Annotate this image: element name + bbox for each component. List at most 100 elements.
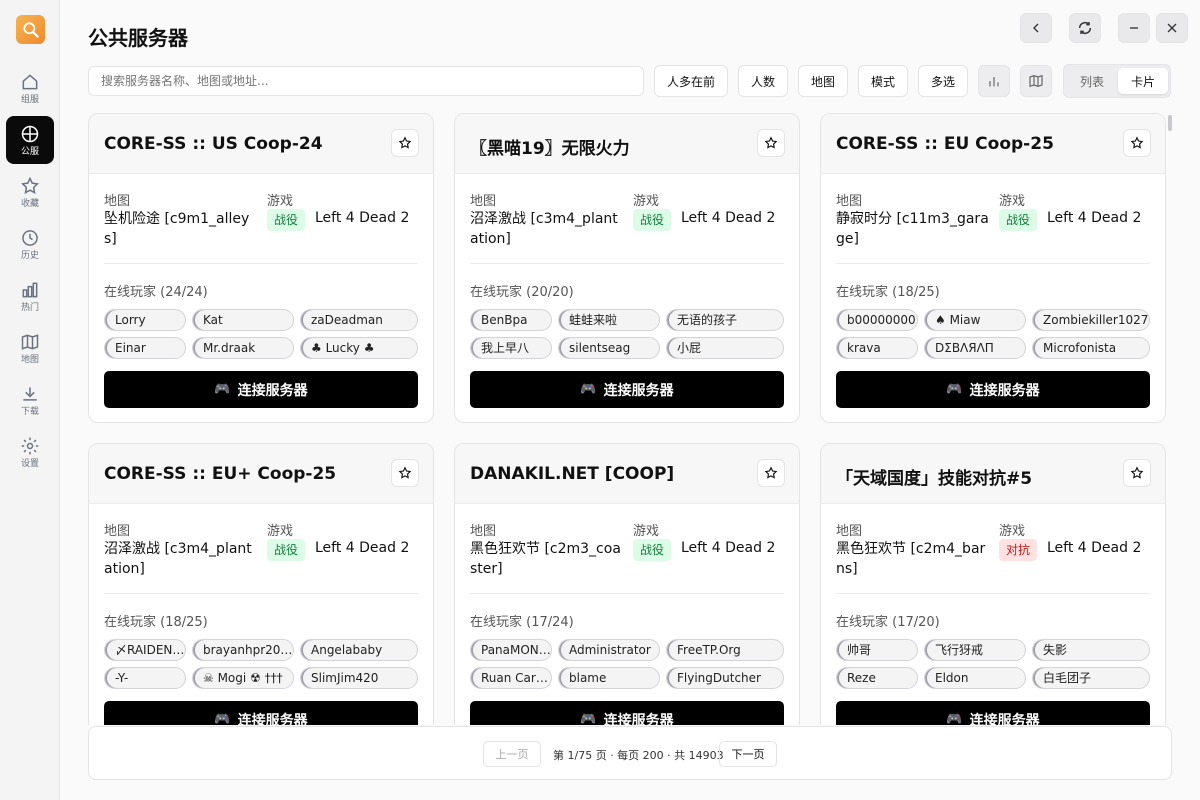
player-chip: Kat	[192, 309, 294, 331]
map-label: 地图	[104, 524, 131, 539]
player-chip: silentseag	[558, 337, 660, 359]
connect-server-button[interactable]: 🎮 连接服务器	[836, 701, 1150, 725]
stats-button[interactable]	[978, 65, 1010, 97]
map-label: 地图	[470, 524, 497, 539]
filter-map-button[interactable]: 地图	[798, 65, 848, 97]
player-chip: Microfonista	[1032, 337, 1150, 359]
mode-badge: 战役	[999, 209, 1038, 231]
prev-page-button[interactable]: 上一页	[483, 741, 541, 767]
server-grid: CORE-SS :: US Coop-24 地图 游戏 坠机险途 [c9m1_a…	[88, 113, 1172, 725]
sidebar-item-label: 下载	[20, 406, 39, 417]
map-icon	[1029, 74, 1043, 88]
sidebar-item-label: 公服	[20, 146, 39, 157]
favorite-button[interactable]	[757, 459, 785, 487]
connect-server-button[interactable]: 🎮 连接服务器	[104, 371, 418, 408]
favorite-button[interactable]	[391, 129, 419, 157]
game-name: Left 4 Dead 2	[681, 210, 776, 226]
map-name: 坠机险途 [c9m1_alleys]	[104, 211, 250, 247]
player-chip: ☠ Mogi ☢ †††	[192, 667, 294, 689]
map-label: 地图	[104, 194, 131, 209]
sidebar-item-public-servers[interactable]: 公服	[6, 116, 54, 164]
multi-select-button[interactable]: 多选	[918, 65, 968, 97]
game-label: 游戏	[267, 524, 294, 539]
connect-server-button[interactable]: 🎮 连接服务器	[836, 371, 1150, 408]
sidebar-item-downloads[interactable]: 下载	[6, 376, 54, 424]
sidebar-item-favorites[interactable]: 收藏	[6, 168, 54, 216]
server-card[interactable]: 「天域国度」技能对抗#5 地图 游戏 黑色狂欢节 [c2m4_barns] 对抗…	[820, 443, 1166, 725]
online-players-label: 在线玩家 (20/20)	[470, 285, 574, 300]
sidebar-item-settings[interactable]: 设置	[6, 428, 54, 476]
minimize-button[interactable]	[1118, 13, 1150, 43]
player-chip: 小屁	[666, 337, 784, 359]
sidebar-item-maps[interactable]: 地图	[6, 324, 54, 372]
search-input[interactable]	[88, 66, 644, 96]
connect-label: 连接服务器	[603, 382, 674, 399]
game-name: Left 4 Dead 2	[1047, 210, 1142, 226]
server-card[interactable]: 〖黑喵19〗无限火力 地图 游戏 沼泽激战 [c3m4_plantation] …	[454, 113, 800, 423]
filter-mode-button[interactable]: 模式	[858, 65, 908, 97]
player-chip: FlyingDutcher	[666, 667, 784, 689]
history-icon	[22, 229, 38, 246]
player-chip: 我上早八	[470, 337, 552, 359]
player-chip: PanaMONTY	[470, 639, 552, 661]
game-name: Left 4 Dead 2	[681, 540, 776, 556]
favorite-button[interactable]	[1123, 129, 1151, 157]
player-chip: -Y-	[104, 667, 186, 689]
star-icon	[1130, 466, 1144, 479]
server-card[interactable]: CORE-SS :: EU Coop-25 地图 游戏 静寂时分 [c11m3_…	[820, 113, 1166, 423]
server-card[interactable]: CORE-SS :: US Coop-24 地图 游戏 坠机险途 [c9m1_a…	[88, 113, 434, 423]
server-name: 〖黑喵19〗无限火力	[470, 139, 630, 159]
star-icon	[764, 136, 778, 149]
divider	[836, 263, 1150, 264]
game-name: Left 4 Dead 2	[1047, 540, 1142, 556]
download-icon	[23, 386, 37, 401]
online-players-label: 在线玩家 (24/24)	[104, 285, 208, 300]
map-view-button[interactable]	[1020, 65, 1052, 97]
sidebar-item-label: 热门	[20, 302, 39, 313]
map-label: 地图	[836, 524, 863, 539]
game-name: Left 4 Dead 2	[315, 210, 410, 226]
next-page-button[interactable]: 下一页	[719, 741, 777, 767]
sidebar-item-label: 设置	[20, 458, 39, 469]
game-name: Left 4 Dead 2	[315, 540, 410, 556]
close-button[interactable]	[1156, 13, 1188, 43]
card-view-option[interactable]: 卡片	[1118, 68, 1168, 94]
connect-server-button[interactable]: 🎮 连接服务器	[104, 701, 418, 725]
mode-badge: 战役	[633, 209, 672, 231]
refresh-button[interactable]	[1069, 13, 1101, 43]
sidebar-item-lobby[interactable]: 组服	[6, 64, 54, 112]
player-chip: 帅哥	[836, 639, 918, 661]
online-players-label: 在线玩家 (17/24)	[470, 615, 574, 630]
pagination: 上一页 第 1/75 页 · 每页 200 · 共 14903 下一页	[88, 726, 1172, 780]
sidebar-item-popular[interactable]: 热门	[6, 272, 54, 320]
player-chip: ♣ Lucky ♣	[300, 337, 418, 359]
map-name: 沼泽激战 [c3m4_plantation]	[104, 541, 252, 577]
server-card[interactable]: DANAKIL.NET [COOP] 地图 游戏 黑色狂欢节 [c2m3_coa…	[454, 443, 800, 725]
server-name: CORE-SS :: US Coop-24	[104, 134, 323, 154]
favorite-button[interactable]	[391, 459, 419, 487]
server-card[interactable]: CORE-SS :: EU+ Coop-25 地图 游戏 沼泽激战 [c3m4_…	[88, 443, 434, 725]
map-name: 黑色狂欢节 [c2m4_barns]	[836, 541, 986, 577]
server-name: DANAKIL.NET [COOP]	[470, 464, 675, 484]
list-view-option[interactable]: 列表	[1067, 68, 1117, 94]
back-button[interactable]	[1020, 13, 1052, 43]
connect-server-button[interactable]: 🎮 连接服务器	[470, 371, 784, 408]
sort-players-first-button[interactable]: 人多在前	[654, 65, 728, 97]
player-chip: 〆RAIDEN义QUE	[104, 639, 186, 661]
online-players-label: 在线玩家 (17/20)	[836, 615, 940, 630]
sidebar-item-history[interactable]: 历史	[6, 220, 54, 268]
star-icon	[398, 136, 412, 149]
card-header: DANAKIL.NET [COOP]	[455, 444, 799, 504]
connect-label: 连接服务器	[603, 712, 674, 726]
favorite-button[interactable]	[757, 129, 785, 157]
map-name: 黑色狂欢节 [c2m3_coaster]	[470, 541, 621, 577]
view-toggle: 列表 卡片	[1063, 64, 1171, 98]
connect-label: 连接服务器	[237, 712, 308, 726]
star-icon	[398, 466, 412, 479]
favorite-button[interactable]	[1123, 459, 1151, 487]
sidebar-item-label: 地图	[20, 354, 39, 365]
filter-players-button[interactable]: 人数	[738, 65, 788, 97]
player-chip: Einar	[104, 337, 186, 359]
app-logo-icon	[16, 15, 45, 44]
connect-server-button[interactable]: 🎮 连接服务器	[470, 701, 784, 725]
